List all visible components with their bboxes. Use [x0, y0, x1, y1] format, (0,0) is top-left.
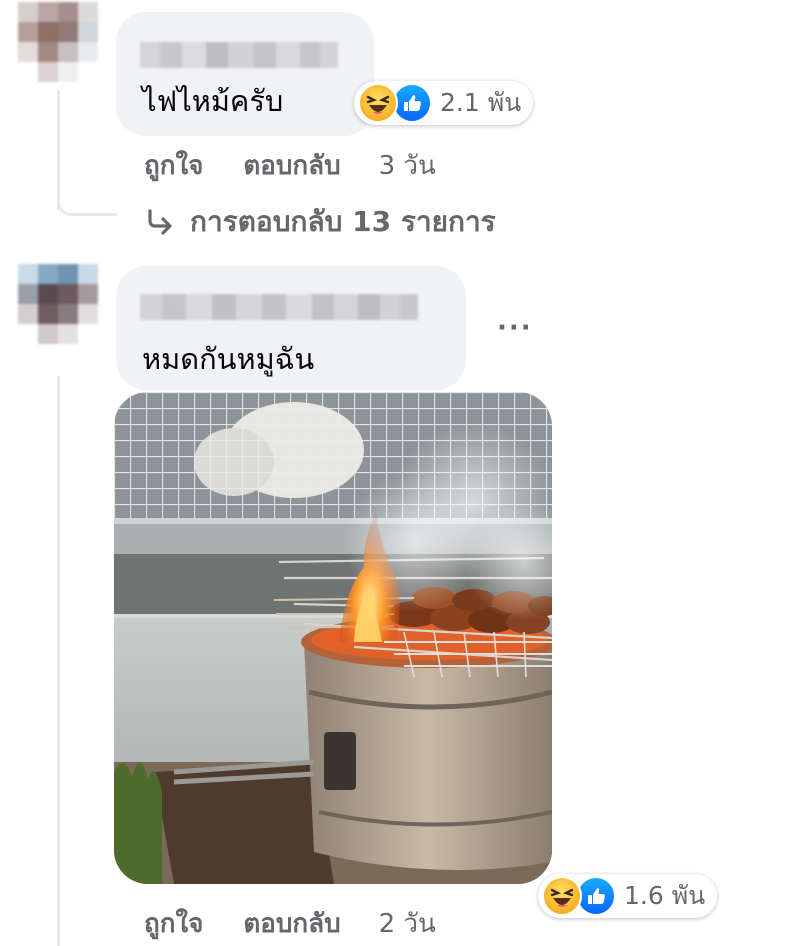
comment-timestamp[interactable]: 2 วัน [379, 903, 436, 944]
thread-connector [57, 200, 117, 216]
like-reaction-icon [576, 876, 616, 916]
more-options-button[interactable]: ··· [497, 313, 533, 343]
reaction-summary[interactable]: 1.6 พัน [538, 874, 718, 918]
comment-bubble: ไฟไหม้ครับ [116, 12, 374, 136]
commenter-name[interactable] [140, 42, 338, 68]
comment-timestamp[interactable]: 3 วัน [379, 145, 436, 186]
thread-line [57, 376, 60, 946]
reply-button[interactable]: ตอบกลับ [243, 903, 340, 944]
comment-text: ไฟไหม้ครับ [142, 84, 284, 118]
reaction-count: 2.1 พัน [440, 88, 522, 117]
reply-button[interactable]: ตอบกลับ [243, 145, 340, 186]
replies-count-label: การตอบกลับ 13 รายการ [190, 205, 496, 238]
reaction-count: 1.6 พัน [624, 881, 706, 910]
avatar[interactable] [18, 2, 98, 82]
haha-reaction-icon [542, 876, 582, 916]
grill-photo-illustration [114, 392, 552, 884]
like-button[interactable]: ถูกใจ [144, 145, 203, 186]
attached-photo[interactable] [114, 392, 552, 884]
avatar[interactable] [18, 264, 98, 344]
like-button[interactable]: ถูกใจ [144, 903, 203, 944]
reaction-summary[interactable]: 2.1 พัน [354, 81, 534, 125]
like-reaction-icon [392, 83, 432, 123]
thread-line [57, 90, 60, 210]
commenter-name[interactable] [140, 294, 418, 320]
comment-actions: ถูกใจ ตอบกลับ 2 วัน [144, 903, 436, 944]
comment-actions: ถูกใจ ตอบกลับ 3 วัน [144, 145, 436, 186]
comment-bubble: หมดกันหมูฉัน [116, 266, 466, 390]
view-replies-link[interactable]: การตอบกลับ 13 รายการ [146, 200, 496, 244]
arrow-return-icon [148, 209, 172, 235]
comment-text: หมดกันหมูฉัน [142, 342, 315, 376]
haha-reaction-icon [358, 83, 398, 123]
